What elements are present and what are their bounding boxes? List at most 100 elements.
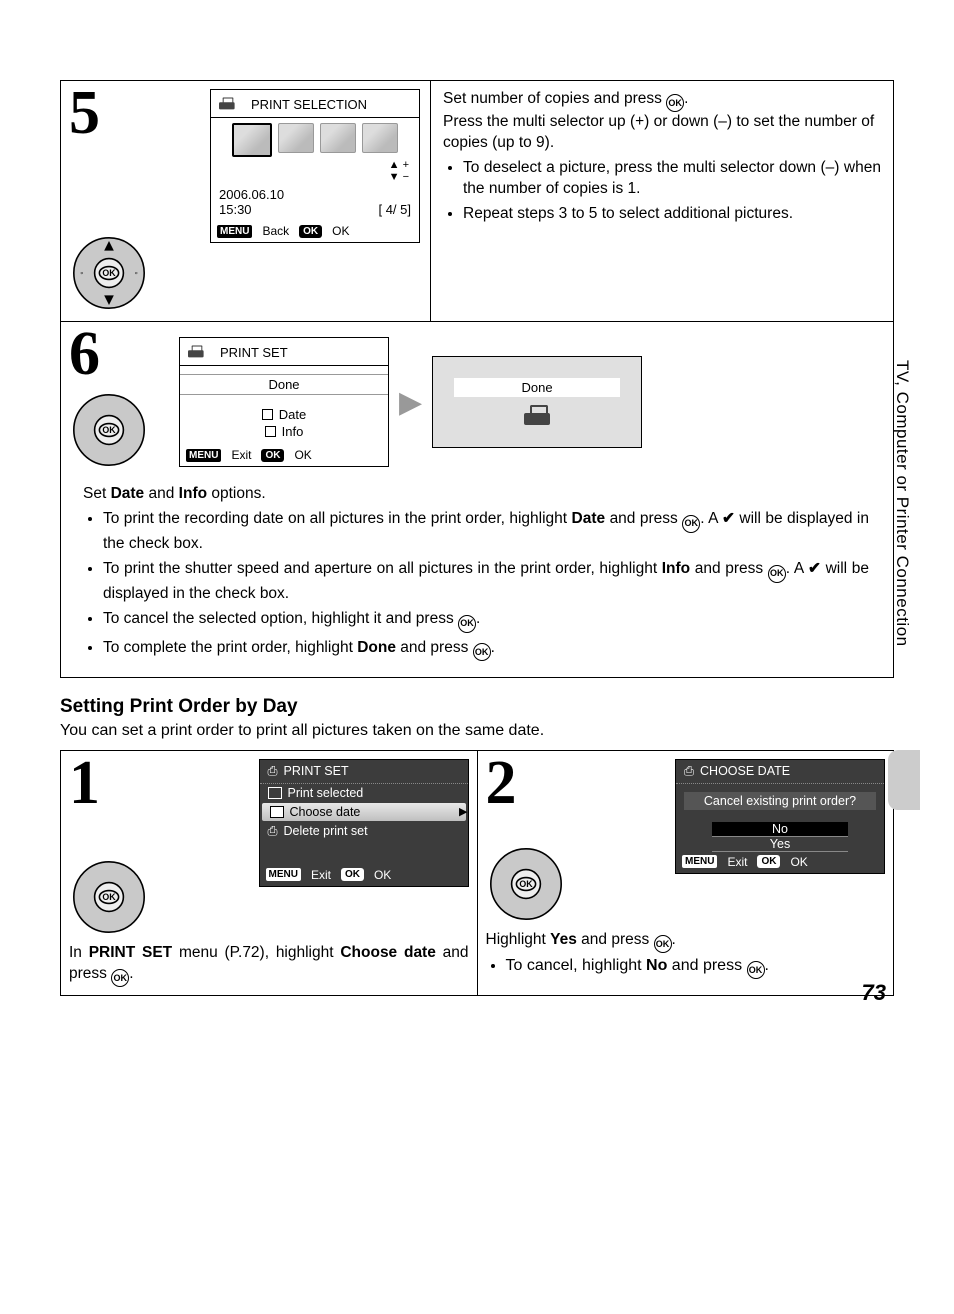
svg-text:OK: OK bbox=[102, 892, 116, 902]
printer-icon: ⎙ bbox=[268, 764, 278, 779]
foot-exit: Exit bbox=[231, 448, 251, 462]
side-tab-decoration bbox=[888, 750, 920, 810]
section-intro: You can set a print order to print all p… bbox=[60, 722, 894, 740]
menu-badge: MENU bbox=[682, 855, 717, 868]
arrow-right-icon: ▶ bbox=[399, 385, 422, 420]
lcd-time: 15:30 bbox=[219, 202, 284, 217]
thumbnail-selected bbox=[232, 123, 272, 157]
ok-badge: OK bbox=[341, 868, 364, 881]
printer-icon: ⎙ bbox=[684, 764, 694, 779]
svg-text:OK: OK bbox=[102, 425, 116, 435]
prompt-text: Cancel existing print order? bbox=[684, 792, 876, 810]
menu-badge: MENU bbox=[217, 225, 252, 238]
ok-badge: OK bbox=[299, 225, 322, 238]
step-1b: 1 ⎙ PRINT SET Print selected Choose date… bbox=[61, 751, 478, 995]
step2b-instruction: Highlight Yes and press OK. bbox=[486, 930, 886, 953]
thumbnail bbox=[362, 123, 398, 153]
steps-5-6-box: 5 PRINT SELECTION bbox=[60, 80, 894, 678]
ok-icon: OK bbox=[111, 969, 129, 987]
step5-sub: Press the multi selector up (+) or down … bbox=[443, 112, 881, 154]
step6-intro: Set Date and Info options. bbox=[83, 483, 869, 505]
step-6-row: 6 OK PRINT SET Done Date Info bbox=[61, 322, 893, 677]
thumbnail-strip bbox=[211, 118, 419, 159]
step-5-number: 5 bbox=[69, 89, 100, 139]
ok-icon: OK bbox=[654, 935, 672, 953]
foot-ok: OK bbox=[790, 855, 807, 869]
steps-1-2-box: 1 ⎙ PRINT SET Print selected Choose date… bbox=[60, 750, 894, 996]
printer-icon bbox=[219, 97, 235, 110]
option-no: No bbox=[712, 822, 848, 837]
lcd-title: PRINT SET bbox=[284, 764, 349, 778]
printer-icon: ⎙ bbox=[268, 824, 278, 839]
foot-ok: OK bbox=[374, 868, 391, 882]
lcd-print-set-menu: ⎙ PRINT SET Print selected Choose date ⎙… bbox=[259, 759, 469, 887]
menu-delete-print-set: Delete print set bbox=[284, 824, 368, 838]
step6-bullet-3: To cancel the selected option, highlight… bbox=[103, 608, 869, 632]
option-yes: Yes bbox=[712, 837, 848, 852]
ok-icon: OK bbox=[768, 565, 786, 583]
step6-bullet-2: To print the shutter speed and aperture … bbox=[103, 558, 869, 604]
menu-badge: MENU bbox=[266, 868, 301, 881]
lcd-info-option: Info bbox=[282, 424, 304, 439]
step6-bullet-4: To complete the print order, highlight D… bbox=[103, 637, 869, 661]
lcd-print-set: PRINT SET Done Date Info MENU Exit OK OK bbox=[179, 337, 389, 467]
step6-bullet-1: To print the recording date on all pictu… bbox=[103, 508, 869, 554]
foot-ok: OK bbox=[332, 224, 349, 238]
section-heading: Setting Print Order by Day bbox=[60, 696, 894, 718]
check-icon: ✔ bbox=[722, 510, 735, 527]
lcd-preview-done: Done bbox=[432, 356, 642, 448]
ok-icon: OK bbox=[458, 615, 476, 633]
down-minus-indicator: ▼ − bbox=[389, 171, 409, 183]
svg-text:◦: ◦ bbox=[134, 268, 137, 279]
ok-icon: OK bbox=[666, 94, 684, 112]
lcd-title: CHOOSE DATE bbox=[700, 764, 790, 778]
lcd-title: PRINT SET bbox=[220, 345, 288, 360]
ok-badge: OK bbox=[757, 855, 780, 868]
step-1b-number: 1 bbox=[69, 759, 100, 809]
check-icon: ✔ bbox=[808, 560, 821, 577]
menu-choose-date: Choose date bbox=[290, 805, 361, 819]
lcd-date-option: Date bbox=[279, 407, 306, 422]
svg-text:OK: OK bbox=[102, 268, 116, 278]
step5-heading: Set number of copies and press OK. bbox=[443, 89, 881, 112]
checkbox-icon bbox=[262, 409, 273, 420]
step5-bullet-1: To deselect a picture, press the multi s… bbox=[463, 158, 881, 200]
preview-done-label: Done bbox=[454, 378, 620, 397]
printer-icon bbox=[524, 405, 550, 427]
multi-selector-icon: OK bbox=[486, 844, 566, 924]
side-tab-label: TV, Computer or Printer Connection bbox=[892, 360, 912, 647]
grid-icon bbox=[268, 787, 282, 799]
step-2b-number: 2 bbox=[486, 759, 517, 809]
checkbox-icon bbox=[265, 426, 276, 437]
lcd-choose-date: ⎙ CHOOSE DATE Cancel existing print orde… bbox=[675, 759, 885, 874]
lcd-counter: [ 4/ 5] bbox=[378, 202, 411, 217]
thumbnail bbox=[278, 123, 314, 153]
step-2b: 2 ⎙ CHOOSE DATE Cancel existing print or… bbox=[478, 751, 894, 995]
ok-icon: OK bbox=[473, 643, 491, 661]
date-icon bbox=[270, 806, 284, 818]
lcd-date: 2006.06.10 bbox=[219, 187, 284, 202]
page-number: 73 bbox=[862, 980, 886, 1006]
foot-exit: Exit bbox=[727, 855, 747, 869]
step-5-row: 5 PRINT SELECTION bbox=[61, 81, 893, 321]
multi-selector-icon: OK ◦ ◦ bbox=[69, 233, 149, 313]
step-6-number: 6 bbox=[69, 330, 159, 380]
svg-text:◦: ◦ bbox=[80, 268, 83, 279]
ok-icon: OK bbox=[747, 961, 765, 979]
foot-back: Back bbox=[262, 224, 289, 238]
menu-print-selected: Print selected bbox=[288, 786, 364, 800]
lcd-done-option: Done bbox=[180, 374, 388, 395]
menu-badge: MENU bbox=[186, 449, 221, 462]
up-plus-indicator: ▲ + bbox=[389, 159, 409, 171]
lcd-title: PRINT SELECTION bbox=[251, 97, 367, 112]
ok-badge: OK bbox=[261, 449, 284, 462]
svg-text:OK: OK bbox=[519, 879, 533, 889]
multi-selector-icon: OK bbox=[69, 857, 149, 937]
foot-ok: OK bbox=[294, 448, 311, 462]
multi-selector-icon: OK bbox=[69, 390, 149, 470]
thumbnail bbox=[320, 123, 356, 153]
foot-exit: Exit bbox=[311, 868, 331, 882]
ok-icon: OK bbox=[682, 515, 700, 533]
printer-icon bbox=[188, 346, 204, 359]
step2b-bullet-1: To cancel, highlight No and press OK. bbox=[506, 957, 886, 979]
